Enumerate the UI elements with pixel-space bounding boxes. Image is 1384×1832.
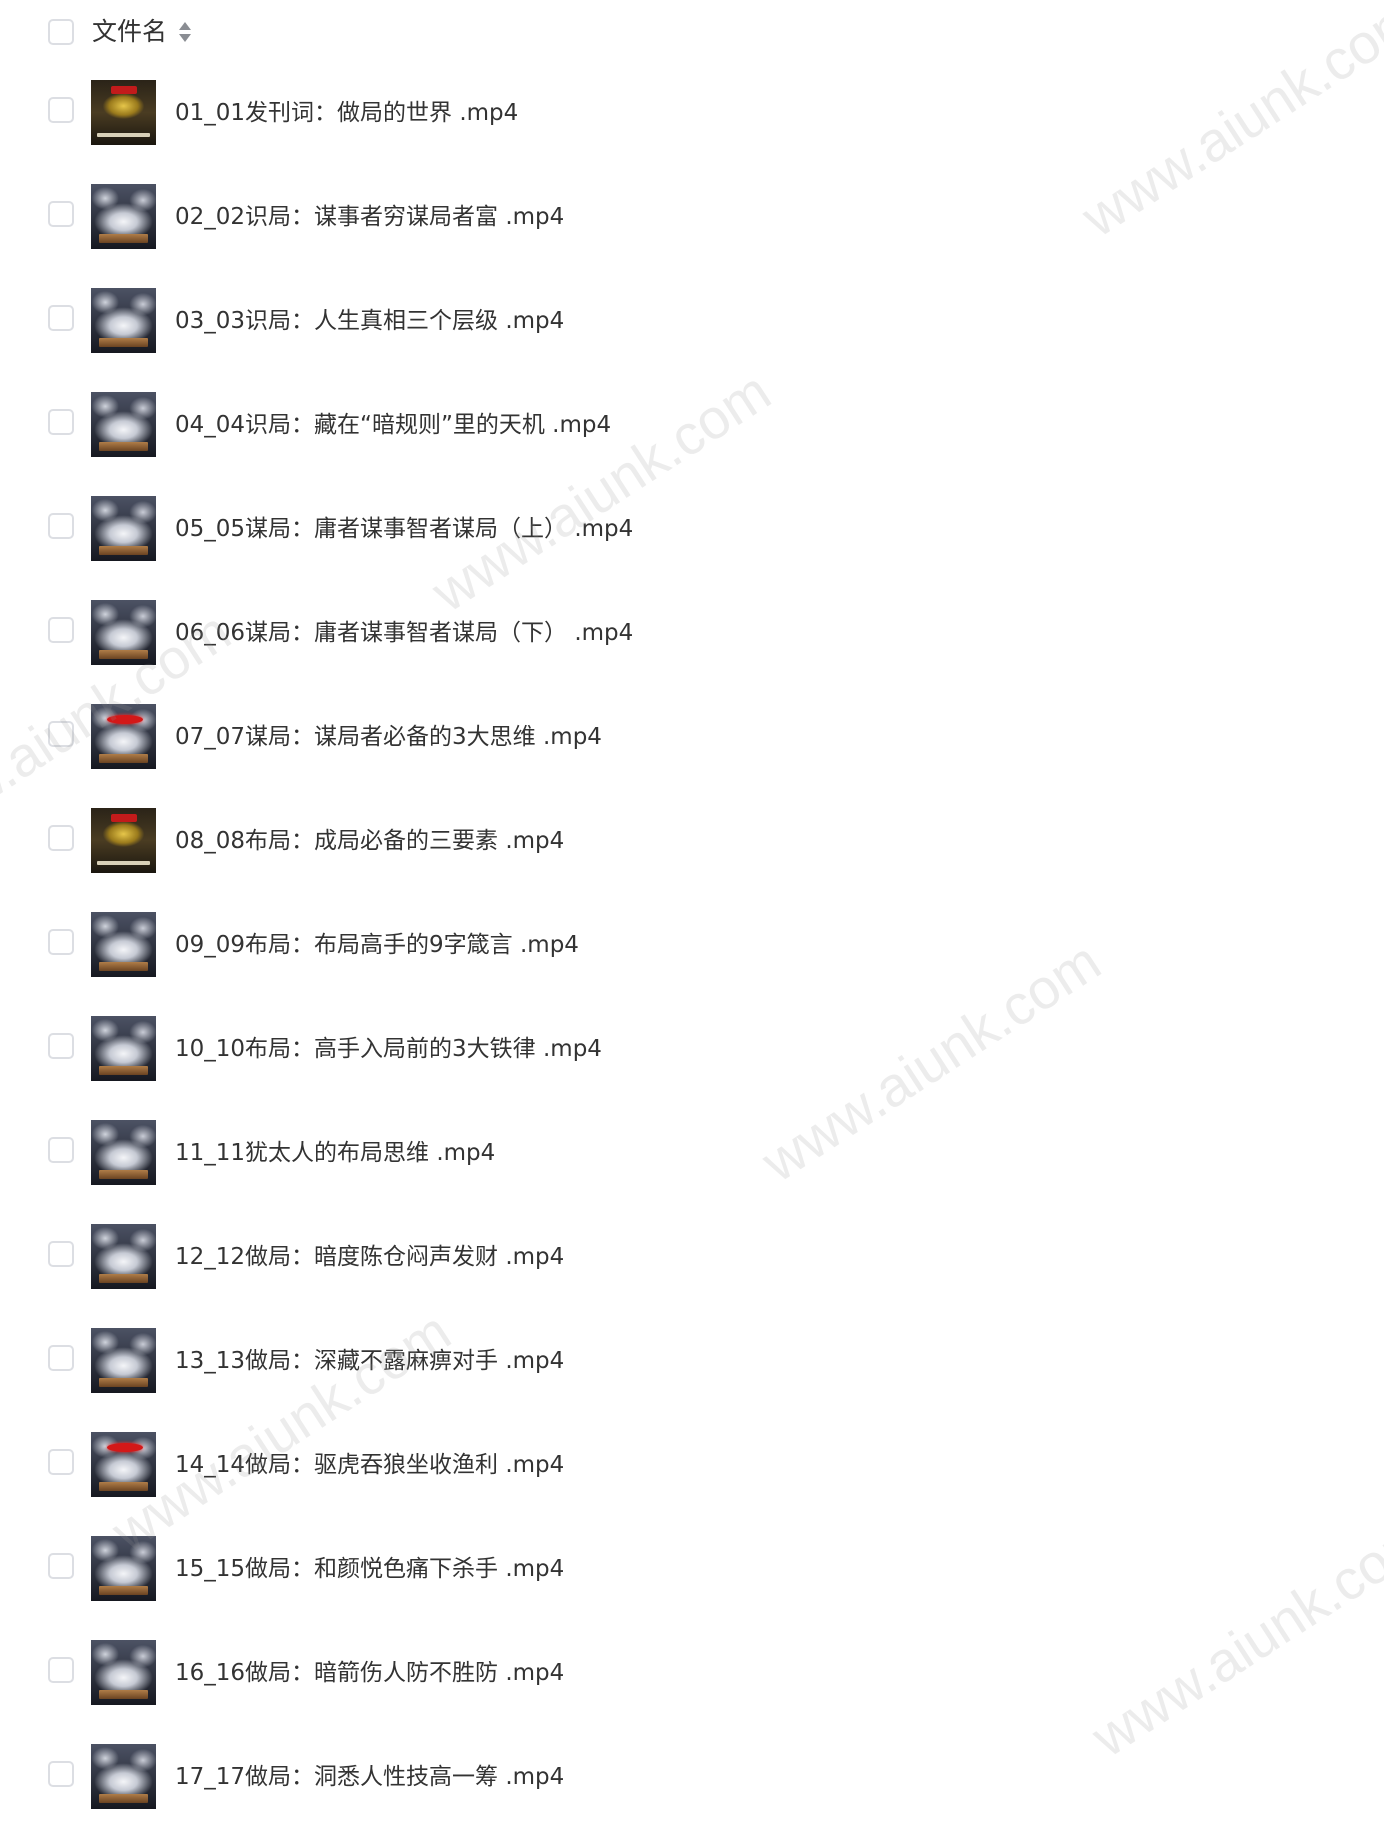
row-checkbox[interactable]	[48, 97, 74, 123]
video-thumbnail[interactable]	[91, 912, 156, 977]
row-checkbox[interactable]	[48, 409, 74, 435]
video-thumbnail[interactable]	[91, 1640, 156, 1705]
file-row[interactable]: 13_13做局：深藏不露麻痹对手 .mp4	[0, 1312, 1384, 1416]
row-checkbox[interactable]	[48, 513, 74, 539]
video-thumbnail[interactable]	[91, 496, 156, 561]
video-thumbnail[interactable]	[91, 1328, 156, 1393]
row-checkbox[interactable]	[48, 617, 74, 643]
video-thumbnail[interactable]	[91, 808, 156, 873]
file-name[interactable]: 06_06谋局：庸者谋事智者谋局（下） .mp4	[175, 616, 633, 650]
row-checkbox[interactable]	[48, 929, 74, 955]
file-name[interactable]: 16_16做局：暗箭伤人防不胜防 .mp4	[175, 1656, 564, 1690]
sort-icon[interactable]	[178, 20, 192, 44]
file-name[interactable]: 09_09布局：布局高手的9字箴言 .mp4	[175, 928, 579, 962]
file-name[interactable]: 14_14做局：驱虎吞狼坐收渔利 .mp4	[175, 1448, 564, 1482]
row-checkbox[interactable]	[48, 305, 74, 331]
video-thumbnail[interactable]	[91, 1744, 156, 1809]
file-name[interactable]: 05_05谋局：庸者谋事智者谋局（上） .mp4	[175, 512, 633, 546]
video-thumbnail[interactable]	[91, 1120, 156, 1185]
file-row[interactable]: 16_16做局：暗箭伤人防不胜防 .mp4	[0, 1624, 1384, 1728]
file-name[interactable]: 08_08布局：成局必备的三要素 .mp4	[175, 824, 564, 858]
row-checkbox[interactable]	[48, 1345, 74, 1371]
file-row[interactable]: 17_17做局：洞悉人性技高一筹 .mp4	[0, 1728, 1384, 1832]
file-name[interactable]: 13_13做局：深藏不露麻痹对手 .mp4	[175, 1344, 564, 1378]
video-thumbnail[interactable]	[91, 184, 156, 249]
file-name[interactable]: 01_01发刊词：做局的世界 .mp4	[175, 96, 518, 130]
row-checkbox[interactable]	[48, 1033, 74, 1059]
file-row[interactable]: 07_07谋局：谋局者必备的3大思维 .mp4	[0, 688, 1384, 792]
file-name[interactable]: 12_12做局：暗度陈仓闷声发财 .mp4	[175, 1240, 564, 1274]
file-name[interactable]: 07_07谋局：谋局者必备的3大思维 .mp4	[175, 720, 602, 754]
video-thumbnail[interactable]	[91, 1224, 156, 1289]
file-name[interactable]: 10_10布局：高手入局前的3大铁律 .mp4	[175, 1032, 602, 1066]
row-checkbox[interactable]	[48, 201, 74, 227]
video-thumbnail[interactable]	[91, 80, 156, 145]
file-row[interactable]: 02_02识局：谋事者穷谋局者富 .mp4	[0, 168, 1384, 272]
file-list-header: 文件名	[0, 0, 1384, 64]
file-row[interactable]: 04_04识局：藏在“暗规则”里的天机 .mp4	[0, 376, 1384, 480]
file-name[interactable]: 03_03识局：人生真相三个层级 .mp4	[175, 304, 564, 338]
row-checkbox[interactable]	[48, 1761, 74, 1787]
row-checkbox[interactable]	[48, 1241, 74, 1267]
row-checkbox[interactable]	[48, 825, 74, 851]
row-checkbox[interactable]	[48, 1449, 74, 1475]
video-thumbnail[interactable]	[91, 1016, 156, 1081]
file-row[interactable]: 08_08布局：成局必备的三要素 .mp4	[0, 792, 1384, 896]
file-row[interactable]: 11_11犹太人的布局思维 .mp4	[0, 1104, 1384, 1208]
file-row[interactable]: 14_14做局：驱虎吞狼坐收渔利 .mp4	[0, 1416, 1384, 1520]
video-thumbnail[interactable]	[91, 392, 156, 457]
row-checkbox[interactable]	[48, 721, 74, 747]
file-row[interactable]: 15_15做局：和颜悦色痛下杀手 .mp4	[0, 1520, 1384, 1624]
video-thumbnail[interactable]	[91, 1432, 156, 1497]
file-row[interactable]: 12_12做局：暗度陈仓闷声发财 .mp4	[0, 1208, 1384, 1312]
video-thumbnail[interactable]	[91, 704, 156, 769]
column-header-filename[interactable]: 文件名	[92, 14, 167, 50]
file-row[interactable]: 10_10布局：高手入局前的3大铁律 .mp4	[0, 1000, 1384, 1104]
file-row[interactable]: 01_01发刊词：做局的世界 .mp4	[0, 64, 1384, 168]
file-row[interactable]: 03_03识局：人生真相三个层级 .mp4	[0, 272, 1384, 376]
select-all-checkbox[interactable]	[48, 19, 74, 45]
file-name[interactable]: 04_04识局：藏在“暗规则”里的天机 .mp4	[175, 408, 611, 442]
row-checkbox[interactable]	[48, 1553, 74, 1579]
video-thumbnail[interactable]	[91, 288, 156, 353]
file-row[interactable]: 05_05谋局：庸者谋事智者谋局（上） .mp4	[0, 480, 1384, 584]
file-name[interactable]: 11_11犹太人的布局思维 .mp4	[175, 1136, 495, 1170]
file-row[interactable]: 06_06谋局：庸者谋事智者谋局（下） .mp4	[0, 584, 1384, 688]
row-checkbox[interactable]	[48, 1657, 74, 1683]
file-list: 01_01发刊词：做局的世界 .mp4 02_02识局：谋事者穷谋局者富 .mp4…	[0, 64, 1384, 1832]
video-thumbnail[interactable]	[91, 600, 156, 665]
video-thumbnail[interactable]	[91, 1536, 156, 1601]
file-name[interactable]: 02_02识局：谋事者穷谋局者富 .mp4	[175, 200, 564, 234]
row-checkbox[interactable]	[48, 1137, 74, 1163]
file-row[interactable]: 09_09布局：布局高手的9字箴言 .mp4	[0, 896, 1384, 1000]
file-name[interactable]: 15_15做局：和颜悦色痛下杀手 .mp4	[175, 1552, 564, 1586]
file-name[interactable]: 17_17做局：洞悉人性技高一筹 .mp4	[175, 1760, 564, 1794]
